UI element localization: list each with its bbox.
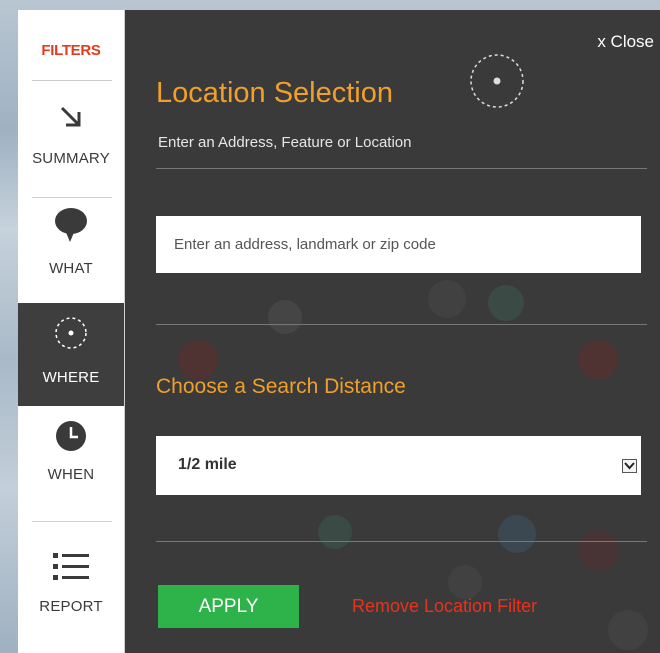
divider [156, 541, 647, 542]
chevron-down-icon [622, 459, 637, 473]
sidebar-item-label: WHAT [49, 260, 93, 277]
arrow-down-right-icon [60, 106, 81, 127]
page-title: Location Selection [156, 77, 393, 109]
divider [32, 197, 112, 198]
sidebar-item-label: REPORT [39, 598, 103, 615]
speech-bubble-icon [55, 208, 87, 242]
distance-select-value: 1/2 mile [178, 456, 237, 473]
sidebar-item-label: WHERE [42, 369, 100, 386]
close-button[interactable]: x Close [597, 32, 654, 52]
clock-icon [56, 421, 86, 451]
sidebar-item-label: SUMMARY [32, 150, 110, 167]
filter-sidebar: FILTERS SUMMARY WHAT WHERE WHEN REPORT [18, 10, 125, 653]
filters-heading: FILTERS [41, 42, 101, 59]
divider [32, 80, 112, 81]
remove-location-filter-link[interactable]: Remove Location Filter [352, 596, 537, 617]
distance-select[interactable]: 1/2 mile [156, 436, 641, 495]
apply-button[interactable]: APPLY [158, 585, 299, 628]
page-subtitle: Enter an Address, Feature or Location [158, 134, 412, 151]
sidebar-item-where[interactable]: WHERE [18, 303, 124, 406]
sidebar-item-summary[interactable]: SUMMARY [18, 102, 124, 187]
sidebar-item-label: WHEN [47, 466, 95, 483]
location-target-icon [470, 54, 524, 108]
list-icon [53, 553, 89, 580]
divider [32, 521, 112, 522]
divider [156, 324, 647, 325]
address-input[interactable] [156, 216, 641, 273]
divider [156, 168, 647, 169]
sidebar-item-when[interactable]: WHEN [18, 420, 124, 510]
location-target-icon [55, 317, 87, 349]
search-distance-heading: Choose a Search Distance [156, 375, 406, 398]
filter-panel: FILTERS SUMMARY WHAT WHERE WHEN REPORT x… [18, 10, 660, 653]
sidebar-item-what[interactable]: WHAT [18, 206, 124, 298]
sidebar-item-report[interactable]: REPORT [18, 550, 124, 630]
